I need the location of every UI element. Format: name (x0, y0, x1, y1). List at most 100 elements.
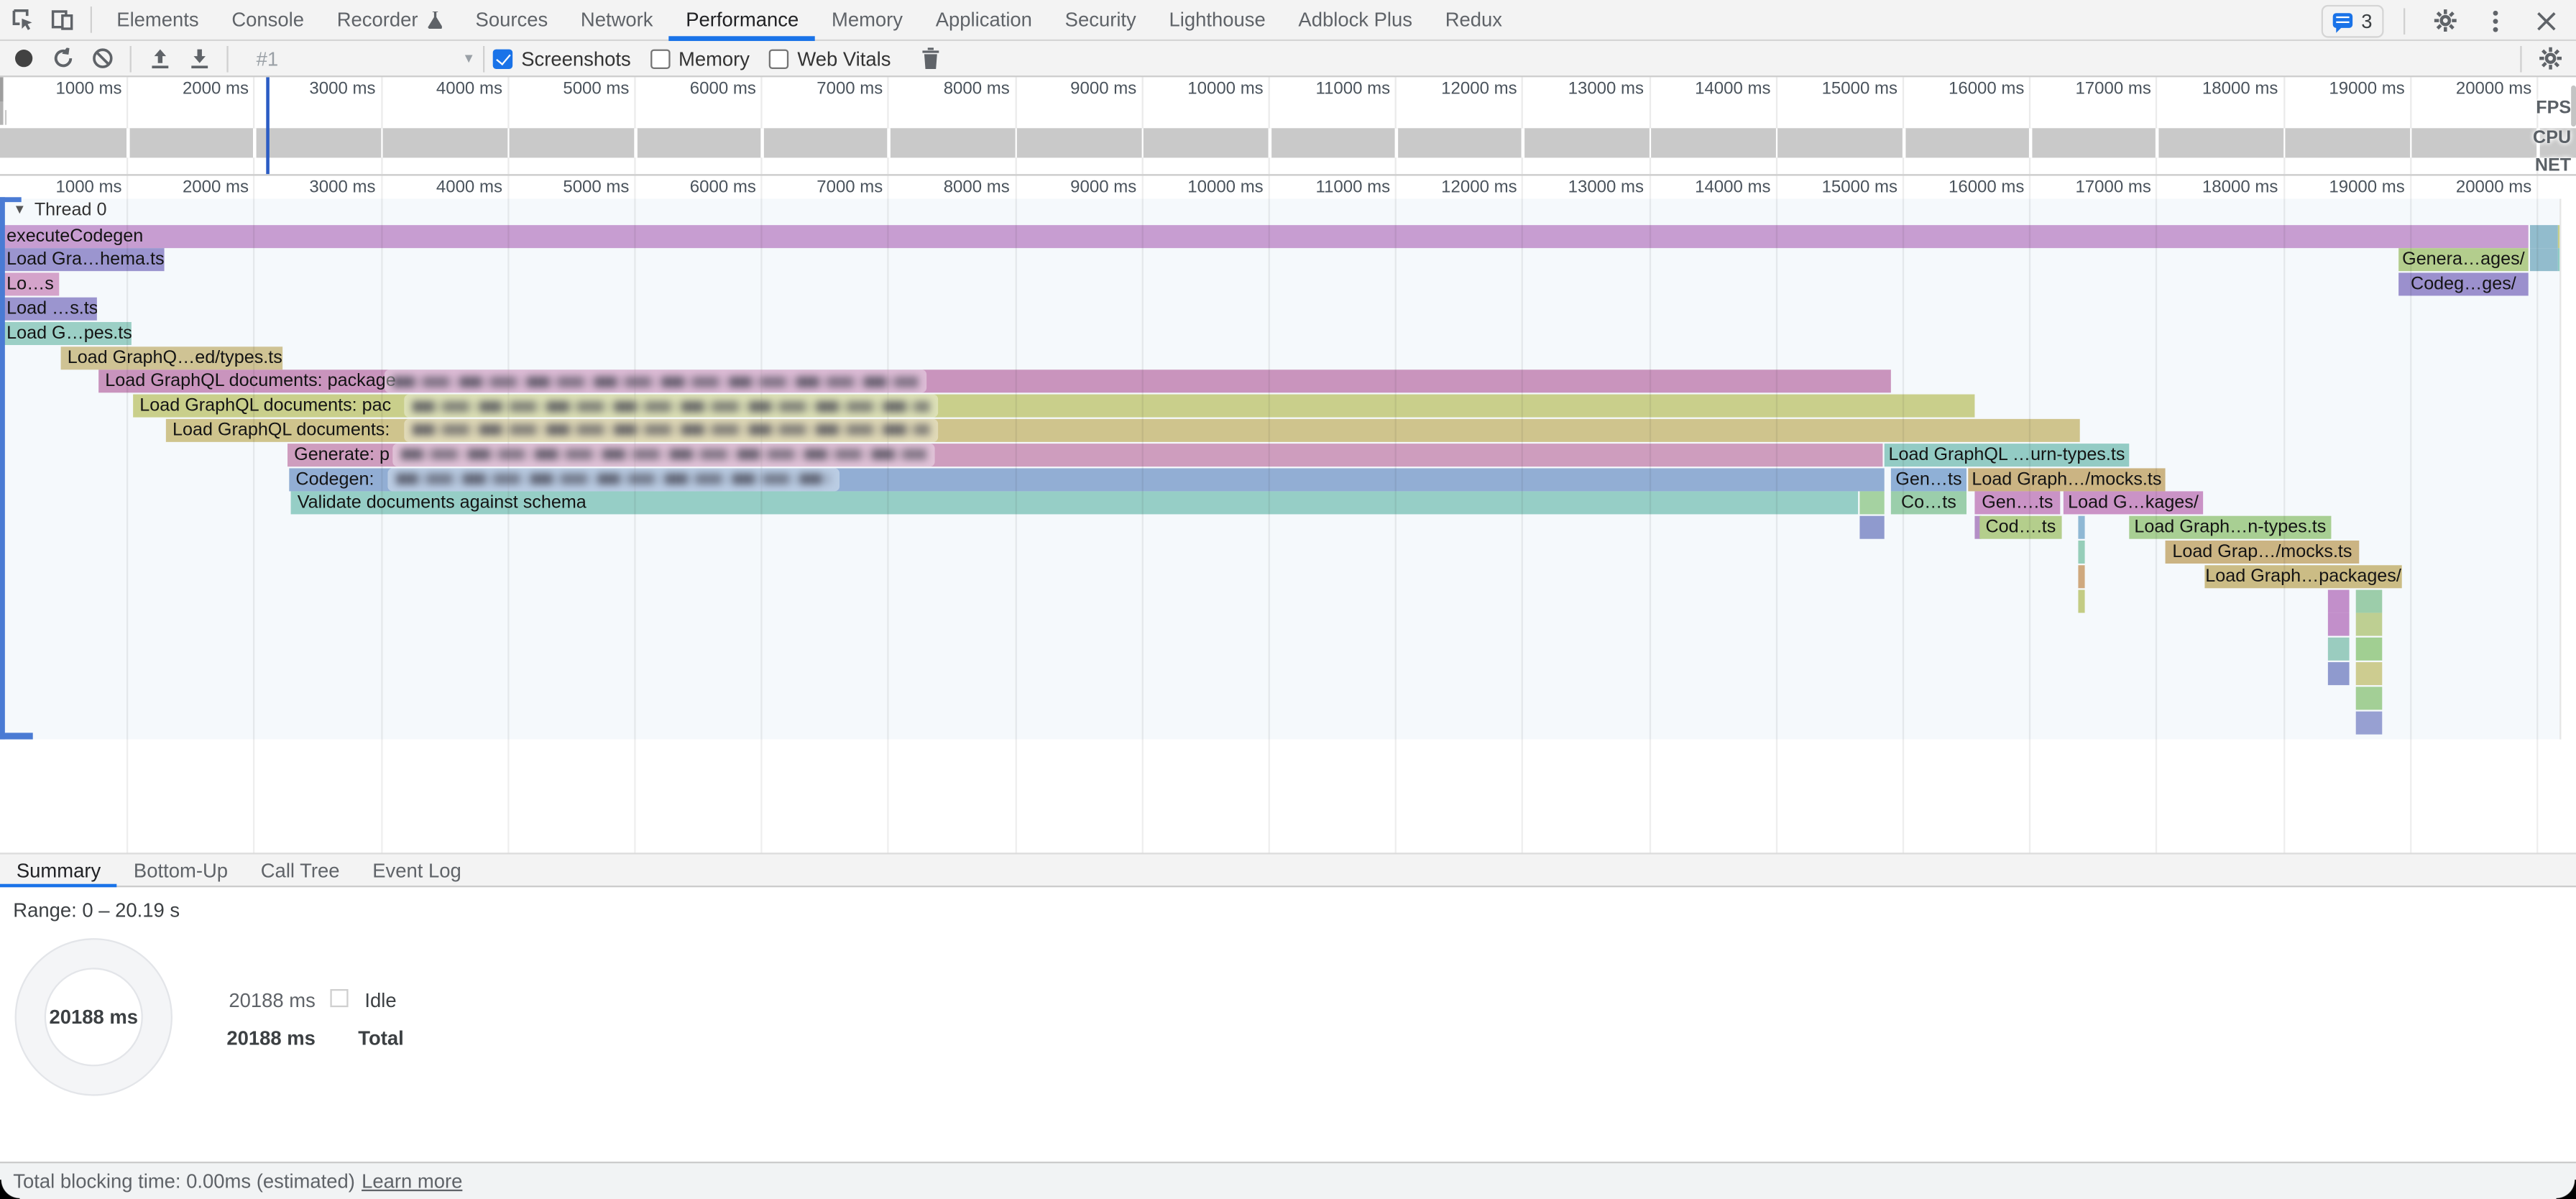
flame-bar[interactable] (2077, 541, 2084, 564)
learn-more-link[interactable]: Learn more (362, 1170, 462, 1193)
flame-bar[interactable]: Genera…ages/ (2398, 249, 2529, 272)
checkbox-screenshots[interactable] (493, 48, 512, 68)
ruler-label: 20000 ms (2416, 79, 2531, 98)
flame-bar[interactable]: Gen….ts (1974, 492, 2060, 515)
legend-value: 20188 ms (217, 1026, 316, 1049)
flask-icon (428, 11, 443, 29)
flame-bar[interactable] (2530, 224, 2558, 247)
flame-bar[interactable]: Load Graph…packages/ (2204, 565, 2401, 588)
tab-redux[interactable]: Redux (1429, 0, 1519, 40)
flame-bar[interactable] (2530, 249, 2558, 272)
flame-bar[interactable]: Co…ts (1891, 492, 1966, 515)
gridline (254, 128, 256, 157)
capture-select-value[interactable]: #1 (257, 47, 279, 70)
tab-security[interactable]: Security (1049, 0, 1153, 40)
tab-event-log[interactable]: Event Log (356, 855, 477, 886)
tab-call-tree[interactable]: Call Tree (244, 855, 356, 886)
divider (130, 45, 132, 72)
flame-bar[interactable]: Validate documents against schema (291, 492, 1859, 515)
close-devtools-button[interactable] (2526, 1, 2566, 40)
flame-bar[interactable]: Load G…kages/ (2064, 492, 2203, 515)
tab-console[interactable]: Console (216, 0, 321, 40)
tab-application[interactable]: Application (919, 0, 1049, 40)
reload-and-record-button[interactable] (42, 39, 82, 78)
flame-bar[interactable]: Load GraphQ…ed/types.ts (61, 346, 283, 369)
ruler-label: 10000 ms (1149, 79, 1264, 98)
flame-bar[interactable]: Cod….ts (1979, 516, 2061, 539)
flamechart[interactable]: ▼ Thread 0 executeCodegenLoad Gra…hema.t… (0, 198, 2560, 738)
summary-donut-total: 20188 ms (15, 1006, 172, 1029)
flame-bar[interactable] (2356, 686, 2383, 709)
flame-bar[interactable] (2078, 565, 2084, 588)
tab-adblock-plus[interactable]: Adblock Plus (1282, 0, 1429, 40)
flame-bar[interactable] (2558, 224, 2560, 247)
issues-badge[interactable]: 3 (2322, 4, 2383, 37)
tab-network[interactable]: Network (564, 0, 669, 40)
tab-bottom-up[interactable]: Bottom-Up (117, 855, 244, 886)
flame-bar[interactable]: Lo…s (0, 273, 59, 296)
ruler-label: 11000 ms (1275, 79, 1390, 98)
flame-bar[interactable]: Gen…ts (1891, 467, 1966, 490)
flame-bar[interactable] (2356, 613, 2383, 636)
flamechart-ruler[interactable]: 1000 ms2000 ms3000 ms4000 ms5000 ms6000 … (0, 176, 2576, 198)
ruler-label: 5000 ms (514, 178, 629, 197)
capture-settings-button[interactable] (2530, 39, 2570, 78)
flame-bar[interactable] (2328, 638, 2350, 661)
flame-bar[interactable] (2356, 662, 2383, 685)
chevron-down-icon[interactable]: ▼ (462, 51, 475, 66)
checkbox-memory[interactable] (650, 48, 670, 68)
clear-recording-button[interactable] (82, 39, 121, 78)
flame-bar[interactable] (2356, 589, 2383, 612)
redacted-blur (404, 419, 938, 442)
save-profile-button[interactable] (179, 39, 218, 78)
tab-performance[interactable]: Performance (669, 0, 815, 40)
toggle-device-toolbar-button[interactable] (42, 0, 82, 40)
checkbox-web-vitals[interactable] (769, 48, 788, 68)
flame-bar[interactable] (2558, 249, 2560, 272)
close-icon (2536, 11, 2556, 30)
flame-bar[interactable] (1859, 492, 1884, 515)
flame-bar[interactable]: Load …s.ts (0, 297, 97, 320)
flame-bar[interactable]: Load GraphQL …urn-types.ts (1885, 443, 2130, 466)
flame-bar[interactable]: executeCodegen (0, 224, 2529, 247)
ruler-label: 13000 ms (1529, 79, 1644, 98)
tab-elements[interactable]: Elements (100, 0, 215, 40)
ruler-label: 4000 ms (387, 178, 502, 197)
redacted-blur (387, 467, 840, 490)
ruler-label: 4000 ms (387, 79, 502, 98)
ruler-label: 15000 ms (1782, 79, 1898, 98)
tab-recorder[interactable]: Recorder (321, 0, 459, 40)
flame-bar[interactable] (2328, 589, 2350, 612)
thread-header[interactable]: ▼ Thread 0 (13, 200, 106, 219)
more-options-button[interactable] (2476, 1, 2516, 40)
flame-bar[interactable]: Load Gra…hema.ts (0, 249, 165, 272)
flame-bar[interactable] (2078, 589, 2084, 612)
timeline-overview[interactable]: 1000 ms2000 ms3000 ms4000 ms5000 ms6000 … (0, 77, 2576, 175)
settings-button[interactable] (2425, 1, 2465, 40)
tab-memory[interactable]: Memory (815, 0, 919, 40)
tab-lighthouse[interactable]: Lighthouse (1153, 0, 1282, 40)
flame-bar[interactable]: Load GraphQL documents: package (98, 370, 1891, 393)
flame-bar[interactable] (2328, 613, 2350, 636)
screen-corner (2557, 1180, 2576, 1199)
flame-bar[interactable] (2356, 711, 2383, 734)
record-button[interactable] (4, 39, 43, 78)
flame-bar[interactable]: Load Graph…n-types.ts (2129, 516, 2331, 539)
tab-sources[interactable]: Sources (459, 0, 564, 40)
flame-bar[interactable] (2356, 638, 2383, 661)
inspect-element-button[interactable] (4, 0, 43, 40)
flame-bar[interactable]: Load Graph…/mocks.ts (1968, 467, 2165, 490)
flame-bar[interactable]: Load G…pes.ts (0, 321, 132, 344)
tab-summary[interactable]: Summary (0, 855, 117, 886)
flame-bar[interactable] (2328, 662, 2350, 685)
flame-bar[interactable]: Load Grap…/mocks.ts (2166, 541, 2360, 564)
flame-bar[interactable] (1859, 516, 1884, 539)
flame-bar[interactable]: Codeg…ges/ (2398, 273, 2529, 296)
load-profile-button[interactable] (139, 39, 179, 78)
ruler-label: 11000 ms (1275, 178, 1390, 197)
overview-scrollbar-thumb[interactable] (2571, 86, 2576, 127)
flame-bar[interactable] (2078, 516, 2084, 539)
total-blocking-time-text: Total blocking time: 0.00ms (estimated) (13, 1170, 355, 1193)
legend-swatch-idle (330, 989, 348, 1007)
delete-recording-button[interactable] (911, 39, 950, 78)
